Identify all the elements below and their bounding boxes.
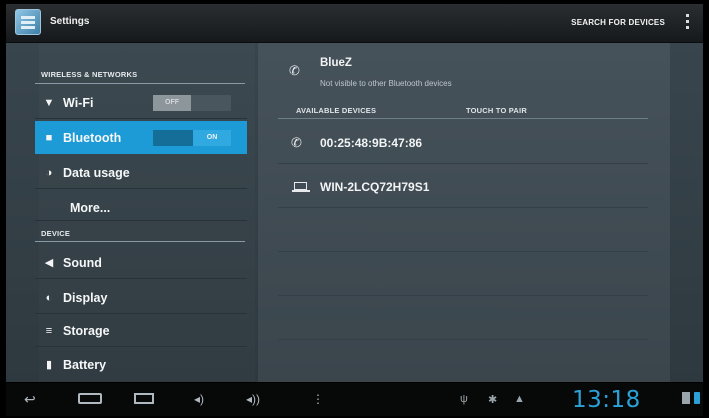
wifi-toggle[interactable]: OFF bbox=[153, 95, 231, 111]
search-for-devices-button[interactable]: SEARCH FOR DEVICES bbox=[571, 18, 665, 27]
sidebar-item-label: More... bbox=[70, 201, 111, 215]
sidebar-item-more[interactable]: More... bbox=[35, 191, 247, 221]
row-divider bbox=[278, 251, 648, 252]
toggle-state: OFF bbox=[165, 99, 179, 106]
local-device-name: BlueZ bbox=[320, 57, 352, 69]
sidebar-item-sound[interactable]: ◀ Sound bbox=[35, 246, 247, 279]
action-bar: Settings SEARCH FOR DEVICES bbox=[6, 4, 703, 43]
phone-icon: ✆ bbox=[289, 63, 300, 78]
sidebar-item-bluetooth[interactable]: ■ Bluetooth ON bbox=[35, 121, 247, 154]
android-debug-icon: ✱ bbox=[488, 394, 498, 406]
section-divider bbox=[35, 241, 245, 242]
available-devices-divider bbox=[278, 118, 648, 119]
menu-icon[interactable]: ⋮ bbox=[312, 391, 324, 407]
sidebar-item-label: Wi-Fi bbox=[63, 96, 94, 110]
warning-icon: ▲ bbox=[514, 393, 525, 405]
usb-icon: ψ bbox=[460, 393, 468, 405]
volume-up-icon[interactable]: ◂)) bbox=[246, 391, 260, 407]
sidebar-item-battery[interactable]: ▮ Battery bbox=[35, 348, 247, 381]
bluetooth-status-icon bbox=[682, 392, 690, 404]
settings-app-icon[interactable] bbox=[15, 9, 41, 35]
brightness-icon: ◐ bbox=[45, 292, 53, 304]
back-icon[interactable]: ↩ bbox=[24, 391, 36, 407]
clock[interactable]: 13:18 bbox=[572, 387, 641, 413]
screen: Settings SEARCH FOR DEVICES WIRELESS & N… bbox=[0, 0, 709, 418]
app-title: Settings bbox=[50, 16, 90, 27]
device-row[interactable]: ✆ 00:25:48:9B:47:86 bbox=[278, 124, 648, 162]
wifi-icon: ▼ bbox=[43, 97, 55, 109]
device-row[interactable]: WIN-2LCQ72H79S1 bbox=[278, 168, 648, 206]
overflow-menu-icon[interactable] bbox=[686, 14, 690, 32]
sidebar-item-wifi[interactable]: ▼ Wi-Fi OFF bbox=[35, 86, 247, 119]
battery-status-icon bbox=[694, 392, 700, 404]
home-icon[interactable] bbox=[78, 393, 102, 404]
device-name: WIN-2LCQ72H79S1 bbox=[320, 180, 430, 194]
sidebar-item-storage[interactable]: ≡ Storage bbox=[35, 314, 247, 347]
storage-icon: ≡ bbox=[45, 325, 53, 337]
phone-icon: ✆ bbox=[291, 135, 302, 150]
sidebar-item-label: Sound bbox=[63, 256, 102, 270]
volume-down-icon[interactable]: ◂) bbox=[194, 391, 204, 407]
row-divider bbox=[278, 339, 648, 340]
sidebar-item-label: Storage bbox=[63, 324, 110, 338]
section-divider bbox=[35, 83, 245, 84]
system-bar: ↩ ◂) ◂)) ⋮ ψ ✱ ▲ 13:18 bbox=[6, 383, 703, 416]
row-divider bbox=[278, 207, 648, 208]
laptop-icon bbox=[292, 182, 310, 192]
section-header-wireless: WIRELESS & NETWORKS bbox=[41, 70, 138, 79]
bluetooth-toggle[interactable]: ON bbox=[153, 130, 231, 146]
row-divider bbox=[278, 163, 648, 164]
sidebar-item-display[interactable]: ◐ Display bbox=[35, 281, 247, 314]
battery-icon: ▮ bbox=[45, 359, 53, 371]
row-divider bbox=[278, 295, 648, 296]
section-header-device: DEVICE bbox=[41, 229, 71, 238]
sidebar-item-label: Battery bbox=[63, 358, 107, 372]
recent-apps-icon[interactable] bbox=[134, 393, 154, 404]
touch-to-pair-header: TOUCH TO PAIR bbox=[466, 106, 527, 115]
bluetooth-icon: ■ bbox=[45, 132, 53, 144]
speaker-icon: ◀ bbox=[44, 257, 54, 269]
bluetooth-pane bbox=[258, 43, 670, 382]
sidebar-item-label: Bluetooth bbox=[63, 131, 122, 145]
available-devices-header: AVAILABLE DEVICES bbox=[296, 106, 377, 115]
sidebar-item-label: Display bbox=[63, 291, 108, 305]
device-name: 00:25:48:9B:47:86 bbox=[320, 136, 423, 150]
toggle-state: ON bbox=[206, 134, 218, 141]
sidebar-item-label: Data usage bbox=[63, 166, 130, 180]
sidebar-item-data-usage[interactable]: ◑ Data usage bbox=[35, 156, 247, 189]
visibility-status: Not visible to other Bluetooth devices bbox=[320, 79, 452, 88]
data-usage-icon: ◑ bbox=[45, 167, 53, 179]
